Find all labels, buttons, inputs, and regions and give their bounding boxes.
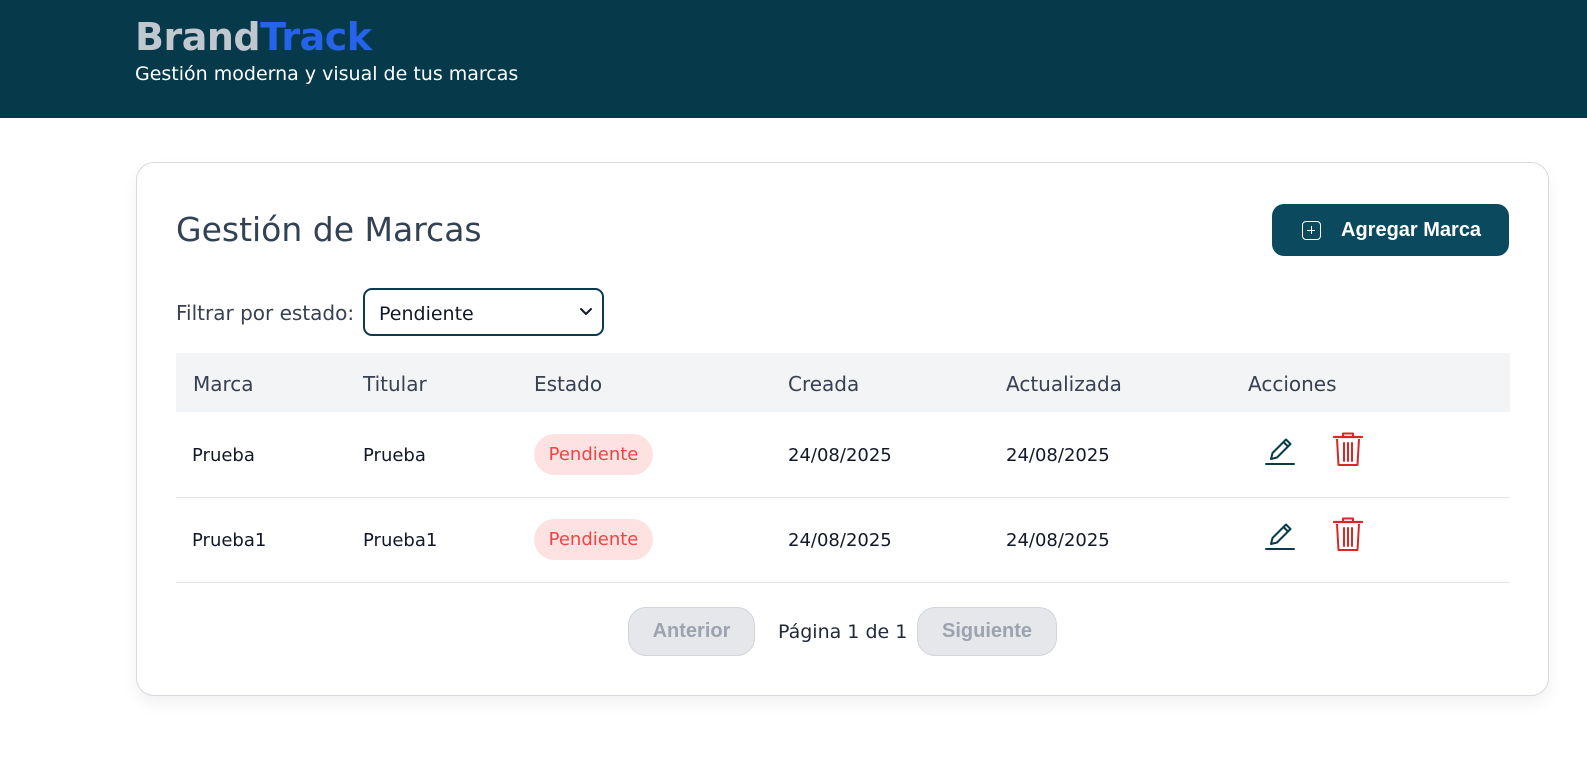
app-header: BrandTrack Gestión moderna y visual de t… — [0, 0, 1587, 118]
brand-name-part1: Brand — [135, 15, 261, 59]
previous-page-button[interactable]: Anterior — [628, 607, 755, 656]
brand-tagline: Gestión moderna y visual de tus marcas — [135, 63, 519, 85]
brand-name-part2: Track — [260, 15, 372, 59]
next-page-button[interactable]: Siguiente — [917, 607, 1057, 656]
column-header-titular: Titular — [363, 372, 427, 396]
cell-titular: Prueba — [363, 445, 426, 466]
page-title: Gestión de Marcas — [176, 210, 482, 249]
trash-icon[interactable] — [1331, 431, 1365, 469]
status-filter-select[interactable]: Pendiente — [363, 288, 604, 336]
pencil-icon[interactable] — [1263, 432, 1297, 470]
cell-titular: Prueba1 — [363, 530, 438, 551]
cell-actualizada: 24/08/2025 — [1006, 530, 1110, 551]
cell-actualizada: 24/08/2025 — [1006, 445, 1110, 466]
cell-marca: Prueba1 — [192, 530, 267, 551]
column-header-acciones: Acciones — [1248, 372, 1337, 396]
cell-creada: 24/08/2025 — [788, 530, 892, 551]
plus-square-icon — [1302, 221, 1321, 240]
column-header-creada: Creada — [788, 372, 860, 396]
cell-marca: Prueba — [192, 445, 255, 466]
row-divider — [176, 497, 1510, 498]
brand-logo[interactable]: BrandTrack — [135, 14, 372, 60]
add-brand-button-label: Agregar Marca — [1341, 219, 1482, 241]
column-header-marca: Marca — [193, 372, 254, 396]
status-badge: Pendiente — [534, 434, 653, 475]
trash-icon[interactable] — [1331, 516, 1365, 554]
cell-creada: 24/08/2025 — [788, 445, 892, 466]
status-badge: Pendiente — [534, 519, 653, 560]
chevron-down-icon — [580, 308, 592, 315]
add-brand-button[interactable]: Agregar Marca — [1272, 204, 1509, 256]
status-filter-value: Pendiente — [379, 303, 474, 325]
column-header-actualizada: Actualizada — [1006, 372, 1122, 396]
pagination-status: Página 1 de 1 — [778, 621, 908, 643]
pencil-icon[interactable] — [1263, 517, 1297, 555]
row-divider — [176, 582, 1510, 583]
column-header-estado: Estado — [534, 372, 603, 396]
filter-label: Filtrar por estado: — [176, 301, 355, 325]
